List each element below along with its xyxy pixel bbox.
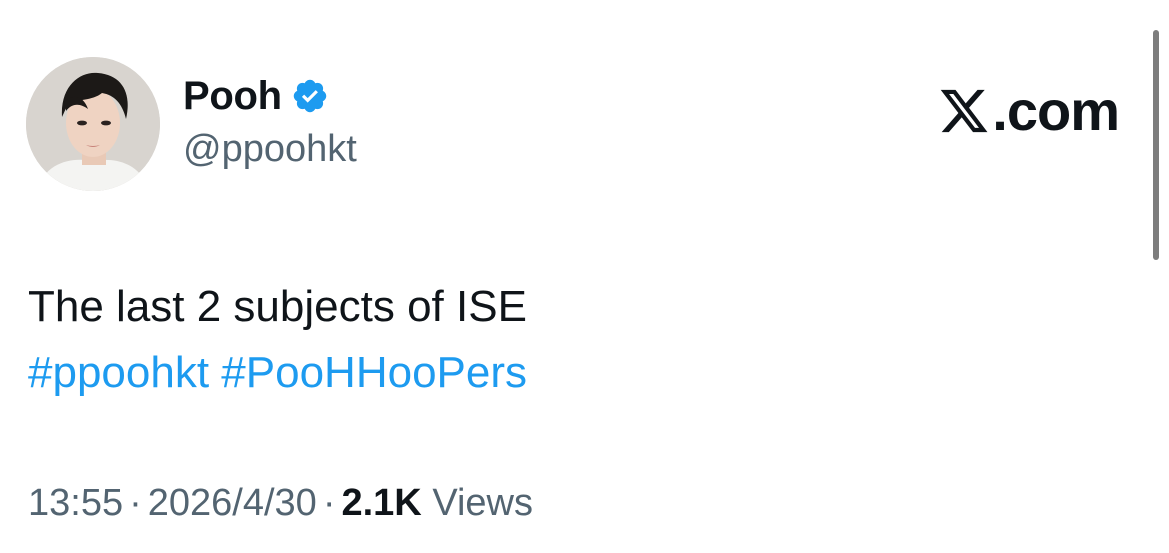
scrollbar[interactable] bbox=[1153, 30, 1159, 260]
views-count: 2.1K bbox=[341, 482, 422, 524]
tweet-text: The last 2 subjects of ISE bbox=[28, 282, 527, 331]
avatar-photo bbox=[26, 57, 160, 191]
meta-separator: · bbox=[322, 482, 336, 524]
x-logo-icon bbox=[938, 85, 990, 137]
display-name[interactable]: Pooh bbox=[183, 74, 282, 119]
tweet-card: Pooh @ppoohkt .com The last 2 subjects o… bbox=[0, 0, 1169, 553]
tweet-meta: 13:55 · 2026/4/30 · 2.1K Views bbox=[28, 482, 533, 525]
author-name-row: Pooh bbox=[183, 72, 329, 120]
hashtag-link[interactable]: #ppoohkt bbox=[28, 348, 209, 397]
avatar[interactable] bbox=[26, 57, 160, 191]
tweet-time[interactable]: 13:55 bbox=[28, 482, 123, 524]
author-handle[interactable]: @ppoohkt bbox=[183, 128, 357, 171]
verified-badge-icon bbox=[291, 77, 329, 115]
meta-separator: · bbox=[129, 482, 142, 524]
tweet-date[interactable]: 2026/4/30 bbox=[148, 482, 317, 524]
views-label: Views bbox=[432, 482, 533, 524]
brand-logo[interactable]: .com bbox=[938, 78, 1120, 143]
hashtag-link[interactable]: #PooHHooPers bbox=[221, 348, 527, 397]
hashtag-row: #ppoohkt #PooHHooPers bbox=[28, 340, 527, 406]
brand-label: .com bbox=[992, 79, 1120, 142]
